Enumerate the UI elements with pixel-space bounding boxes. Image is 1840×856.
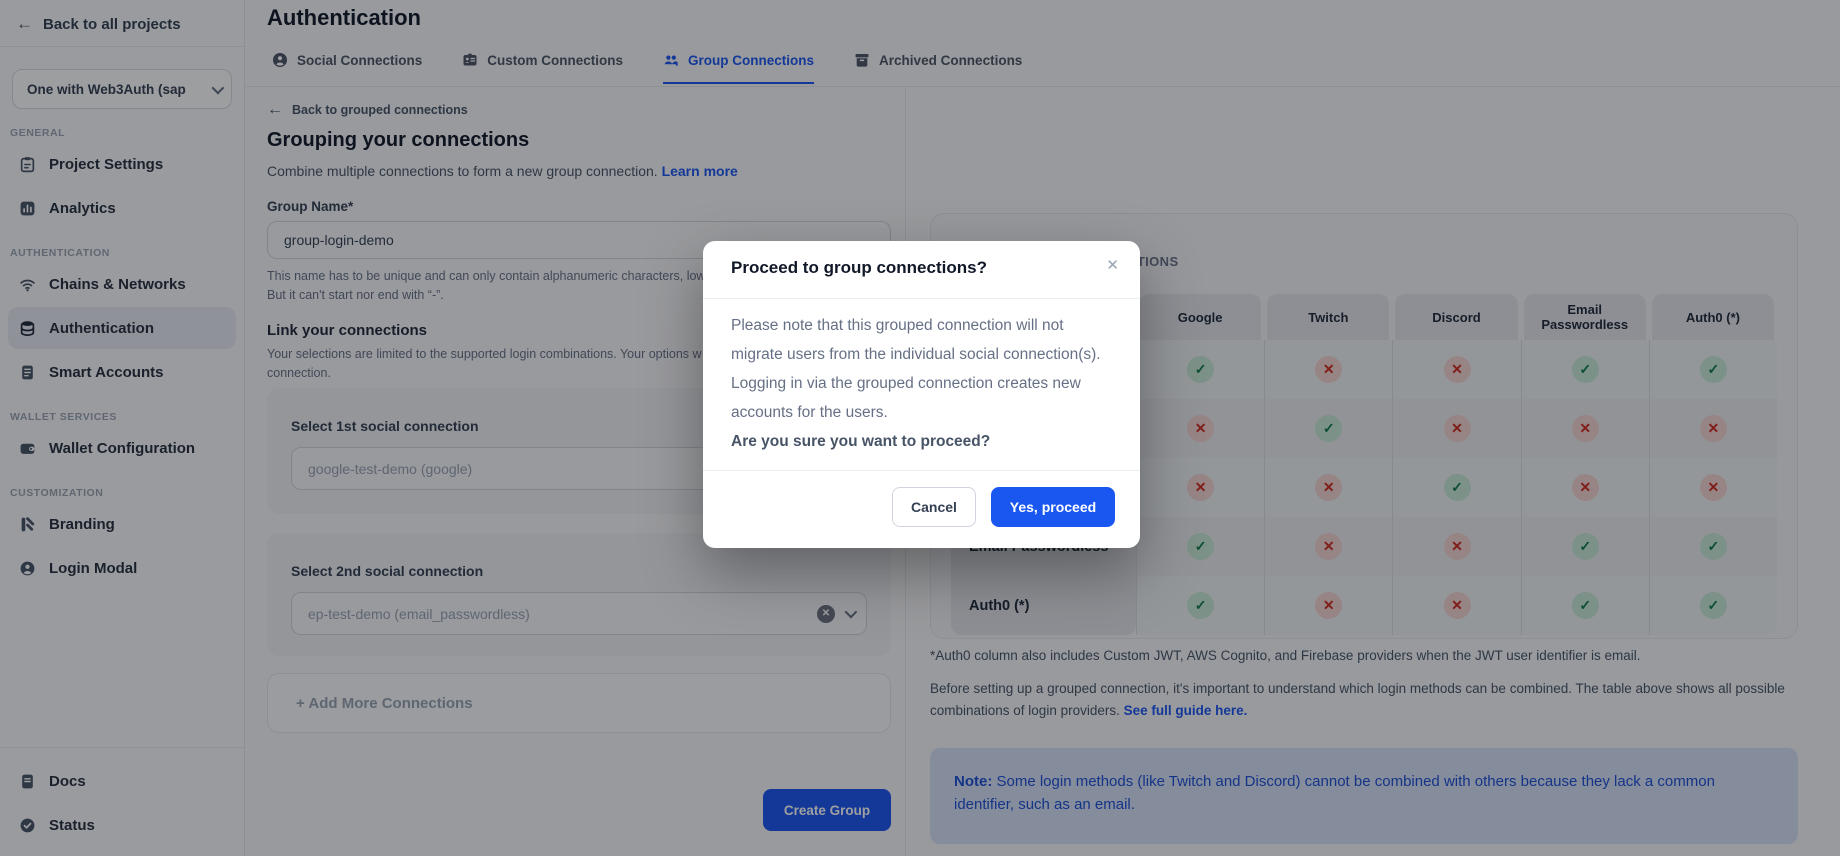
confirm-modal: Proceed to group connections? ✕ Please n… — [703, 241, 1140, 548]
modal-body-text: Please note that this grouped connection… — [731, 311, 1109, 427]
modal-actions: Cancel Yes, proceed — [892, 487, 1115, 527]
cancel-button[interactable]: Cancel — [892, 487, 976, 527]
modal-title: Proceed to group connections? — [731, 258, 987, 278]
close-icon[interactable]: ✕ — [1102, 252, 1123, 278]
modal-divider-bottom — [703, 470, 1140, 471]
modal-confirm-question: Are you sure you want to proceed? — [731, 433, 990, 451]
app-root: ← Back to all projects One with Web3Auth… — [0, 0, 1840, 856]
modal-divider-top — [703, 298, 1140, 299]
yes-proceed-button[interactable]: Yes, proceed — [991, 487, 1115, 527]
